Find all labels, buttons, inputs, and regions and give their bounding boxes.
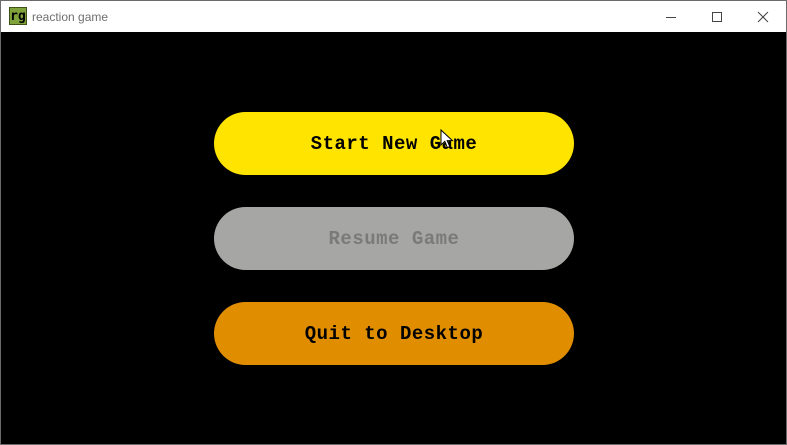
- app-window: rg reaction game Start New Game Resume G…: [0, 0, 787, 445]
- resume-game-button[interactable]: Resume Game: [214, 207, 574, 270]
- maximize-icon: [712, 11, 722, 22]
- resume-game-label: Resume Game: [328, 227, 460, 250]
- title-bar[interactable]: rg reaction game: [1, 1, 786, 32]
- maximize-button[interactable]: [694, 1, 740, 32]
- game-menu: Start New Game Resume Game Quit to Deskt…: [1, 32, 786, 444]
- app-logo-icon: rg: [9, 7, 27, 25]
- minimize-icon: [666, 16, 676, 18]
- mouse-pointer-icon: [440, 129, 454, 149]
- close-icon: [757, 11, 769, 22]
- start-new-game-button[interactable]: Start New Game: [214, 112, 574, 175]
- quit-to-desktop-button[interactable]: Quit to Desktop: [214, 302, 574, 365]
- window-title: reaction game: [32, 10, 109, 24]
- minimize-button[interactable]: [648, 1, 694, 32]
- quit-to-desktop-label: Quit to Desktop: [304, 322, 484, 345]
- close-button[interactable]: [740, 1, 786, 32]
